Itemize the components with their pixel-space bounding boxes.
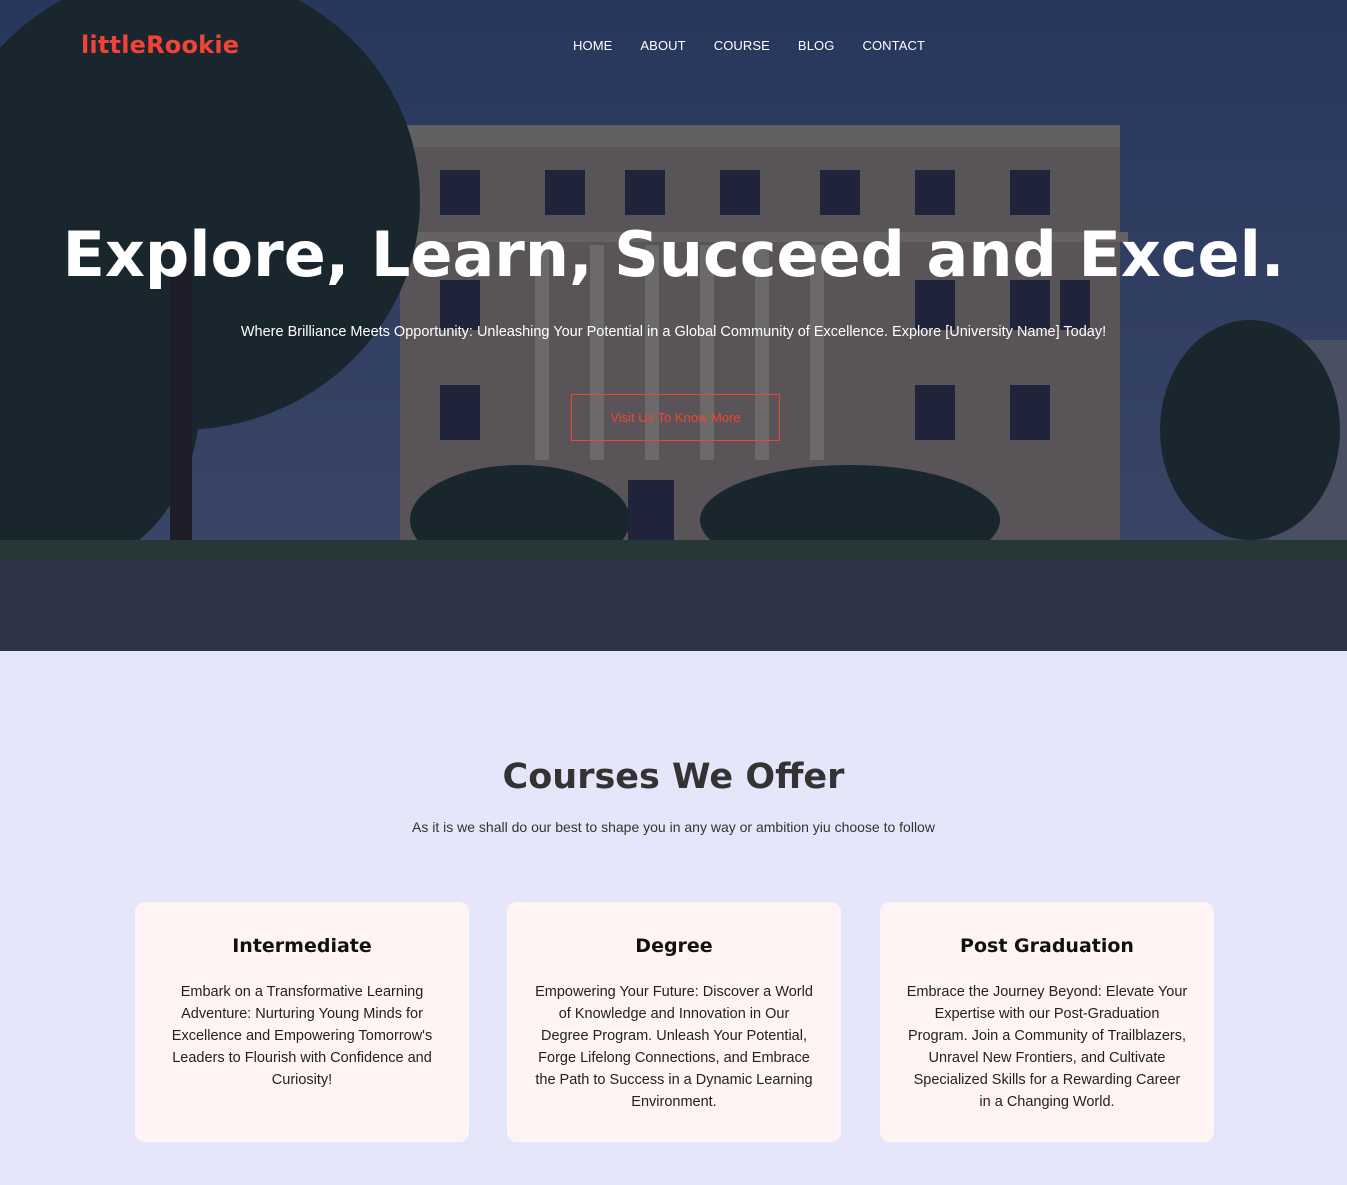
- visit-us-button[interactable]: Visit Us To Know More: [571, 394, 780, 441]
- course-card-intermediate[interactable]: Intermediate Embark on a Transformative …: [135, 902, 469, 1142]
- nav-link-home[interactable]: HOME: [573, 38, 612, 53]
- course-card-text: Embrace the Journey Beyond: Elevate Your…: [906, 984, 1188, 1110]
- courses-title: Courses We Offer: [502, 757, 845, 797]
- hero-section: littleRookie HOME ABOUT COURSE BLOG CONT…: [0, 0, 1347, 651]
- course-card-title: Intermediate: [232, 935, 372, 957]
- nav-link-course[interactable]: COURSE: [714, 38, 770, 53]
- hero-title: Explore, Learn, Succeed and Excel.: [62, 218, 1285, 291]
- nav-menu: HOME ABOUT COURSE BLOG CONTACT: [573, 38, 925, 53]
- course-card-text: Empowering Your Future: Discover a World…: [535, 984, 813, 1110]
- site-logo[interactable]: littleRookie: [81, 31, 239, 59]
- course-card-title: Degree: [635, 935, 713, 957]
- nav-link-about[interactable]: ABOUT: [640, 38, 685, 53]
- course-card-degree[interactable]: Degree Empowering Your Future: Discover …: [507, 902, 841, 1142]
- courses-section: Courses We Offer As it is we shall do ou…: [0, 651, 1347, 1185]
- top-navigation: littleRookie HOME ABOUT COURSE BLOG CONT…: [0, 0, 1347, 92]
- course-card-text: Embark on a Transformative Learning Adve…: [171, 984, 433, 1088]
- courses-subtitle: As it is we shall do our best to shape y…: [412, 819, 935, 835]
- nav-link-blog[interactable]: BLOG: [798, 38, 835, 53]
- course-card-post-graduation[interactable]: Post Graduation Embrace the Journey Beyo…: [880, 902, 1214, 1142]
- hero-subtitle: Where Brilliance Meets Opportunity: Unle…: [240, 324, 1107, 340]
- nav-link-contact[interactable]: CONTACT: [862, 38, 925, 53]
- course-card-title: Post Graduation: [960, 935, 1134, 957]
